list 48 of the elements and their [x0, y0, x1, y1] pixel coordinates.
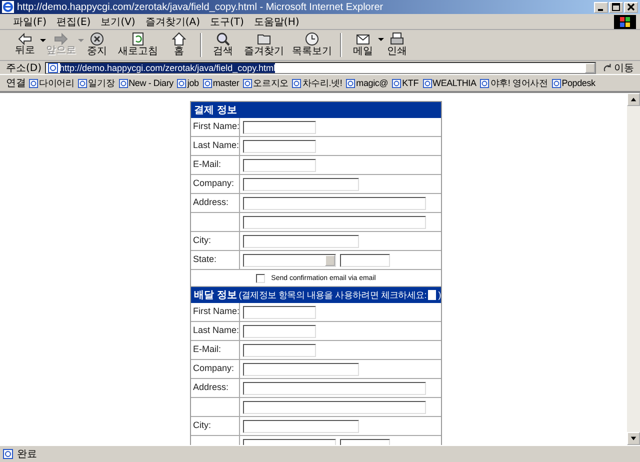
field-label: Last Name:: [193, 140, 240, 150]
field-label: Last Name:: [193, 325, 240, 335]
link-button[interactable]: magic@: [345, 78, 390, 88]
toolbar-button[interactable]: 인쇄: [380, 32, 414, 58]
link-button[interactable]: job: [176, 78, 200, 88]
field-label: Company:: [193, 363, 234, 373]
field-label: State:: [193, 254, 217, 264]
address-field[interactable]: http://demo.happycgi.com/zerotak/java/field_copy.html: [44, 62, 596, 74]
link-button[interactable]: Popdesk: [550, 78, 596, 88]
link-button[interactable]: 차수리.넷!: [291, 76, 344, 90]
field-label: Address:: [193, 382, 229, 392]
go-button[interactable]: 이동: [599, 60, 638, 74]
toolbar-button[interactable]: 메일: [346, 32, 380, 58]
field-label: Address:: [193, 197, 229, 207]
link-button[interactable]: New - Diary: [118, 78, 174, 88]
menu-item[interactable]: 편집(E): [52, 14, 96, 28]
menu-item[interactable]: 즐겨찾기(A): [140, 14, 205, 28]
toolbar-button[interactable]: 즐겨찾기: [240, 32, 288, 58]
field-label: Company:: [193, 178, 234, 188]
address-label: 주소(D): [6, 62, 42, 74]
toolbar-button[interactable]: 새로고침: [114, 32, 162, 58]
menu-item[interactable]: 도움말(H): [248, 14, 304, 28]
link-button[interactable]: 다이어리: [28, 76, 76, 90]
field-label: City:: [193, 235, 211, 245]
toolbar-button[interactable]: 목록보기: [288, 32, 336, 58]
status-text: 완료: [17, 448, 37, 461]
field-label: City:: [193, 420, 211, 430]
menu-item[interactable]: 보기(V): [96, 14, 140, 28]
links-label: 연결: [6, 77, 26, 90]
field-label: First Name:: [193, 121, 240, 131]
toolbar-button[interactable]: 뒤로: [8, 33, 42, 57]
menu-item[interactable]: 도구(T): [205, 14, 249, 28]
window-title: http://demo.happycgi.com/zerotak/java/field_copy.html - Microsoft Internet Explorer: [17, 2, 384, 12]
link-button[interactable]: master: [202, 78, 240, 88]
section-header: 배달 정보 (결제정보 항목의 내용을 사용하려면 체크하세요: ): [191, 287, 441, 303]
link-button[interactable]: KTF: [391, 78, 420, 88]
menu-item[interactable]: 파일(F): [8, 14, 52, 28]
link-button[interactable]: 일기장: [77, 76, 116, 90]
toolbar-button[interactable]: 검색: [206, 32, 240, 58]
section-header: 결제 정보: [191, 102, 441, 118]
link-button[interactable]: 야후! 영어사전: [479, 76, 549, 90]
field-label: E-Mail:: [193, 344, 222, 354]
toolbar-button[interactable]: 중지: [80, 32, 114, 58]
field-label: E-Mail:: [193, 159, 222, 169]
field-label: First Name:: [193, 306, 240, 316]
link-button[interactable]: WEALTHIA: [422, 78, 478, 88]
toolbar-button[interactable]: 홈: [162, 32, 196, 58]
link-button[interactable]: 오르지오: [242, 76, 290, 90]
